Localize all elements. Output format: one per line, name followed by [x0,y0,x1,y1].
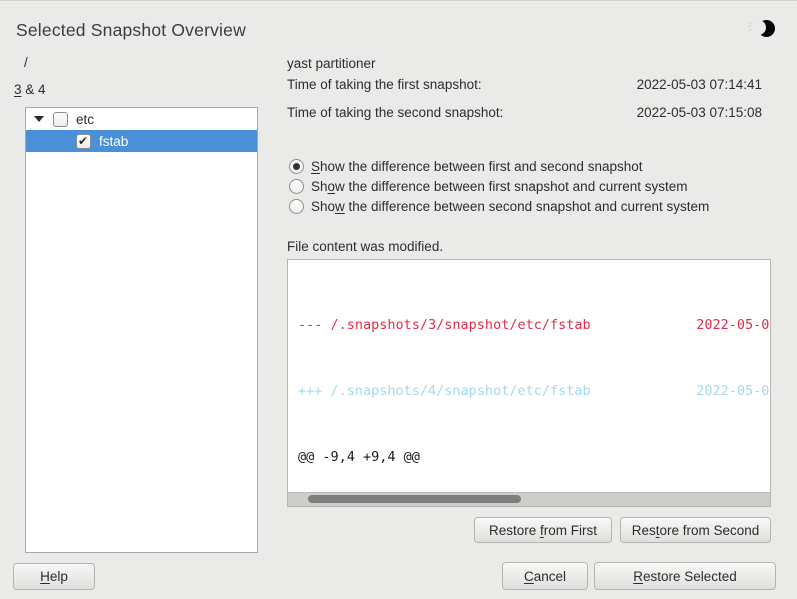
radio-icon[interactable] [289,199,304,214]
restore-from-first-button[interactable]: Restore from First [474,517,612,543]
time-second-row: Time of taking the second snapshot: 2022… [287,105,762,120]
tree-row-etc[interactable]: etc [26,108,257,130]
help-button[interactable]: Help [13,563,95,590]
diff-view: --- /.snapshots/3/snapshot/etc/fstab 202… [287,259,771,507]
tree-label-etc: etc [76,112,94,127]
moon-icon [758,20,775,37]
diff-content: --- /.snapshots/3/snapshot/etc/fstab 202… [288,260,770,493]
radio-diff-first-current[interactable]: Show the difference between first snapsh… [289,179,687,194]
restore-selected-button[interactable]: Restore Selected [594,562,776,590]
expander-down-icon[interactable] [34,116,44,122]
snapshot-description: yast partitioner [287,56,376,71]
scrollbar-thumb[interactable] [308,495,521,503]
time-second-value: 2022-05-03 07:15:08 [637,105,762,120]
radio-diff-second-current[interactable]: Show the difference between second snaps… [289,199,709,214]
theme-toggle[interactable]: ☀ [747,16,777,42]
tree-label-fstab: fstab [99,134,128,149]
subvolume-label: / [24,55,28,70]
etc-checkbox[interactable] [53,112,68,127]
fstab-checkbox[interactable] [76,134,91,149]
horizontal-scrollbar[interactable] [288,492,770,506]
status-text: File content was modified. [287,239,443,254]
file-tree: etc fstab [25,107,258,553]
time-first-label: Time of taking the first snapshot: [287,77,482,92]
snapshot-overview-window: Selected Snapshot Overview ☀ / 3 & 4 etc… [0,0,797,599]
diff-line: +++ /.snapshots/4/snapshot/etc/fstab 202… [298,380,770,402]
radio-icon[interactable] [289,179,304,194]
diff-line: --- /.snapshots/3/snapshot/etc/fstab 202… [298,314,770,336]
radio-diff-first-second[interactable]: Show the difference between first and se… [289,159,642,174]
snapshot-pair-rest: & 4 [22,82,46,97]
time-second-label: Time of taking the second snapshot: [287,105,503,120]
radio-icon[interactable] [289,159,304,174]
page-title: Selected Snapshot Overview [16,20,246,41]
time-first-row: Time of taking the first snapshot: 2022-… [287,77,762,92]
cancel-button[interactable]: Cancel [502,562,588,590]
time-first-value: 2022-05-03 07:14:41 [637,77,762,92]
diff-line: @@ -9,4 +9,4 @@ [298,446,770,468]
restore-from-second-button[interactable]: Restore from Second [620,517,771,543]
snapshot-pair-key: 3 [14,82,22,97]
snapshot-pair-link[interactable]: 3 & 4 [14,82,46,97]
tree-row-fstab[interactable]: fstab [26,130,257,152]
